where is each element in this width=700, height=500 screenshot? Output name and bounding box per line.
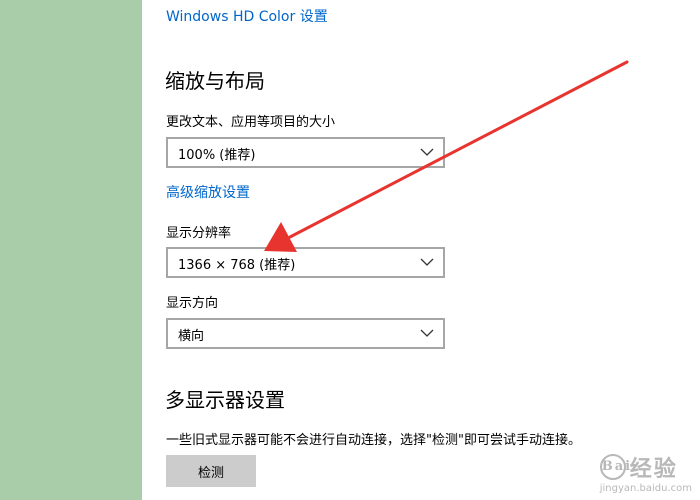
settings-window: Windows HD Color 设置 缩放与布局 更改文本、应用等项目的大小 … bbox=[0, 0, 700, 500]
resolution-label: 显示分辨率 bbox=[166, 226, 232, 241]
text-size-dropdown[interactable]: 100% (推荐) bbox=[166, 137, 445, 168]
multi-display-description: 一些旧式显示器可能不会进行自动连接，选择"检测"即可尝试手动连接。 bbox=[166, 433, 581, 448]
resolution-value: 1366 × 768 (推荐) bbox=[178, 258, 296, 273]
resolution-dropdown[interactable]: 1366 × 768 (推荐) bbox=[166, 247, 445, 278]
chevron-down-icon bbox=[420, 148, 434, 156]
text-size-label: 更改文本、应用等项目的大小 bbox=[166, 115, 336, 130]
chevron-down-icon bbox=[420, 258, 434, 266]
chevron-down-icon bbox=[420, 329, 434, 337]
orientation-value: 横向 bbox=[178, 329, 205, 344]
orientation-label: 显示方向 bbox=[166, 296, 219, 311]
left-navigation-panel bbox=[0, 0, 142, 500]
scale-layout-title: 缩放与布局 bbox=[165, 69, 265, 93]
detect-button[interactable]: 检测 bbox=[166, 455, 256, 487]
text-size-value: 100% (推荐) bbox=[178, 148, 256, 163]
multi-display-title: 多显示器设置 bbox=[165, 388, 285, 412]
advanced-scaling-link[interactable]: 高级缩放设置 bbox=[166, 182, 250, 202]
display-settings-content: Windows HD Color 设置 缩放与布局 更改文本、应用等项目的大小 … bbox=[142, 0, 700, 500]
windows-hd-color-link[interactable]: Windows HD Color 设置 bbox=[166, 6, 328, 26]
orientation-dropdown[interactable]: 横向 bbox=[166, 318, 445, 349]
